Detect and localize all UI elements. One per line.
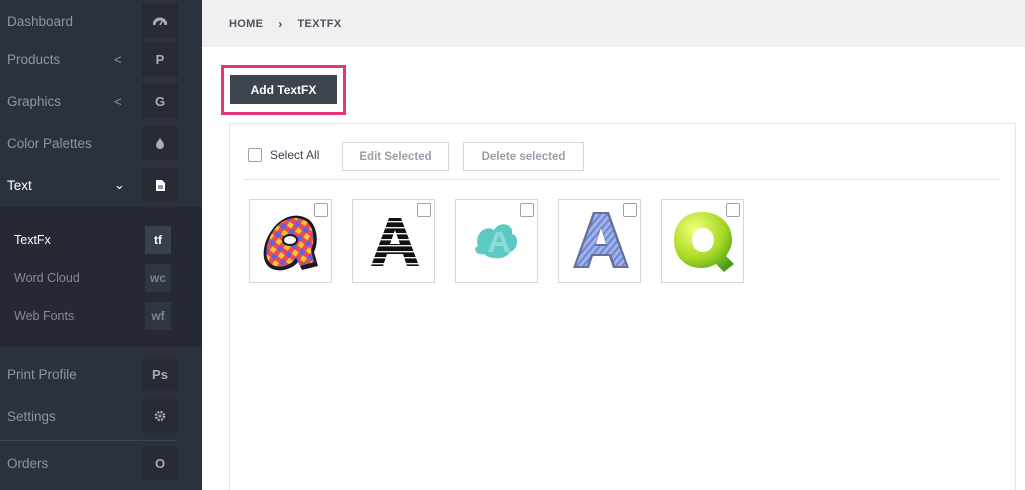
sidebar-item-label: Text [7,177,32,193]
sidebar: Dashboard Products < P Graphics < G Colo… [0,0,202,490]
thumbnail-checkbox[interactable] [520,203,534,217]
thumbnail-checkbox[interactable] [726,203,740,217]
textfx-thumbnail[interactable] [249,199,332,283]
checkbox-icon[interactable] [248,148,262,162]
drop-icon [142,126,178,160]
products-icon: P [142,42,178,76]
submenu-item-word-cloud[interactable]: Word Cloud wc [0,261,202,297]
add-textfx-button[interactable]: Add TextFX [230,75,337,104]
print-profile-icon: Ps [142,357,178,391]
chevron-down-icon: ⌄ [114,177,125,192]
thumbnail-checkbox[interactable] [417,203,431,217]
chevron-left-icon: < [114,93,122,109]
gear-icon [142,399,178,433]
sidebar-item-products[interactable]: Products < P [0,38,202,80]
edit-selected-button[interactable]: Edit Selected [342,142,449,171]
sidebar-item-print-profile[interactable]: Print Profile Ps [0,353,202,395]
sidebar-item-orders[interactable]: Orders O [0,442,202,484]
textfx-thumbnail[interactable] [352,199,435,283]
submenu-item-textfx[interactable]: TextFx tf [0,223,202,259]
sidebar-item-graphics[interactable]: Graphics < G [0,80,202,122]
sidebar-item-label: Products [7,51,61,67]
submenu-item-web-fonts[interactable]: Web Fonts wf [0,299,202,335]
thumbnail-checkbox[interactable] [314,203,328,217]
submenu-item-label: Web Fonts [14,309,75,323]
breadcrumb: HOME › TEXTFX [202,0,1025,47]
sidebar-item-label: Graphics [7,93,62,109]
toolbar-divider [244,179,1000,180]
sidebar-item-color-palettes[interactable]: Color Palettes [0,122,202,164]
textfx-icon: tf [145,226,171,254]
thumbnail-checkbox[interactable] [623,203,637,217]
sidebar-item-label: Print Profile [7,366,77,382]
textfx-thumbnail[interactable] [558,199,641,283]
select-all-label: Select All [270,148,320,162]
select-all-checkbox[interactable]: Select All [248,148,319,162]
orders-icon: O [142,446,178,480]
breadcrumb-separator-icon: › [278,16,283,31]
document-icon [142,168,178,202]
sidebar-item-label: Color Palettes [7,135,92,151]
chevron-left-icon: < [114,51,122,67]
text-submenu: TextFx tf Word Cloud wc Web Fonts wf [0,207,202,347]
submenu-item-label: TextFx [14,233,51,247]
delete-selected-button[interactable]: Delete selected [463,142,584,171]
dashboard-icon [142,4,178,38]
web-fonts-icon: wf [145,302,171,330]
textfx-thumbnail[interactable] [455,199,538,283]
sidebar-item-settings[interactable]: Settings [0,395,202,437]
breadcrumb-home[interactable]: HOME [229,18,263,30]
sidebar-item-label: Settings [7,408,56,424]
sidebar-item-label: Dashboard [7,13,74,29]
word-cloud-icon: wc [145,264,171,292]
sidebar-divider [0,440,175,441]
graphics-icon: G [142,84,178,118]
sidebar-item-dashboard[interactable]: Dashboard [0,0,202,42]
submenu-item-label: Word Cloud [14,271,80,285]
textfx-thumbnail[interactable] [661,199,744,283]
sidebar-item-label: Orders [7,455,49,471]
sidebar-item-text[interactable]: Text ⌄ [0,164,202,206]
breadcrumb-current: TEXTFX [297,17,342,30]
